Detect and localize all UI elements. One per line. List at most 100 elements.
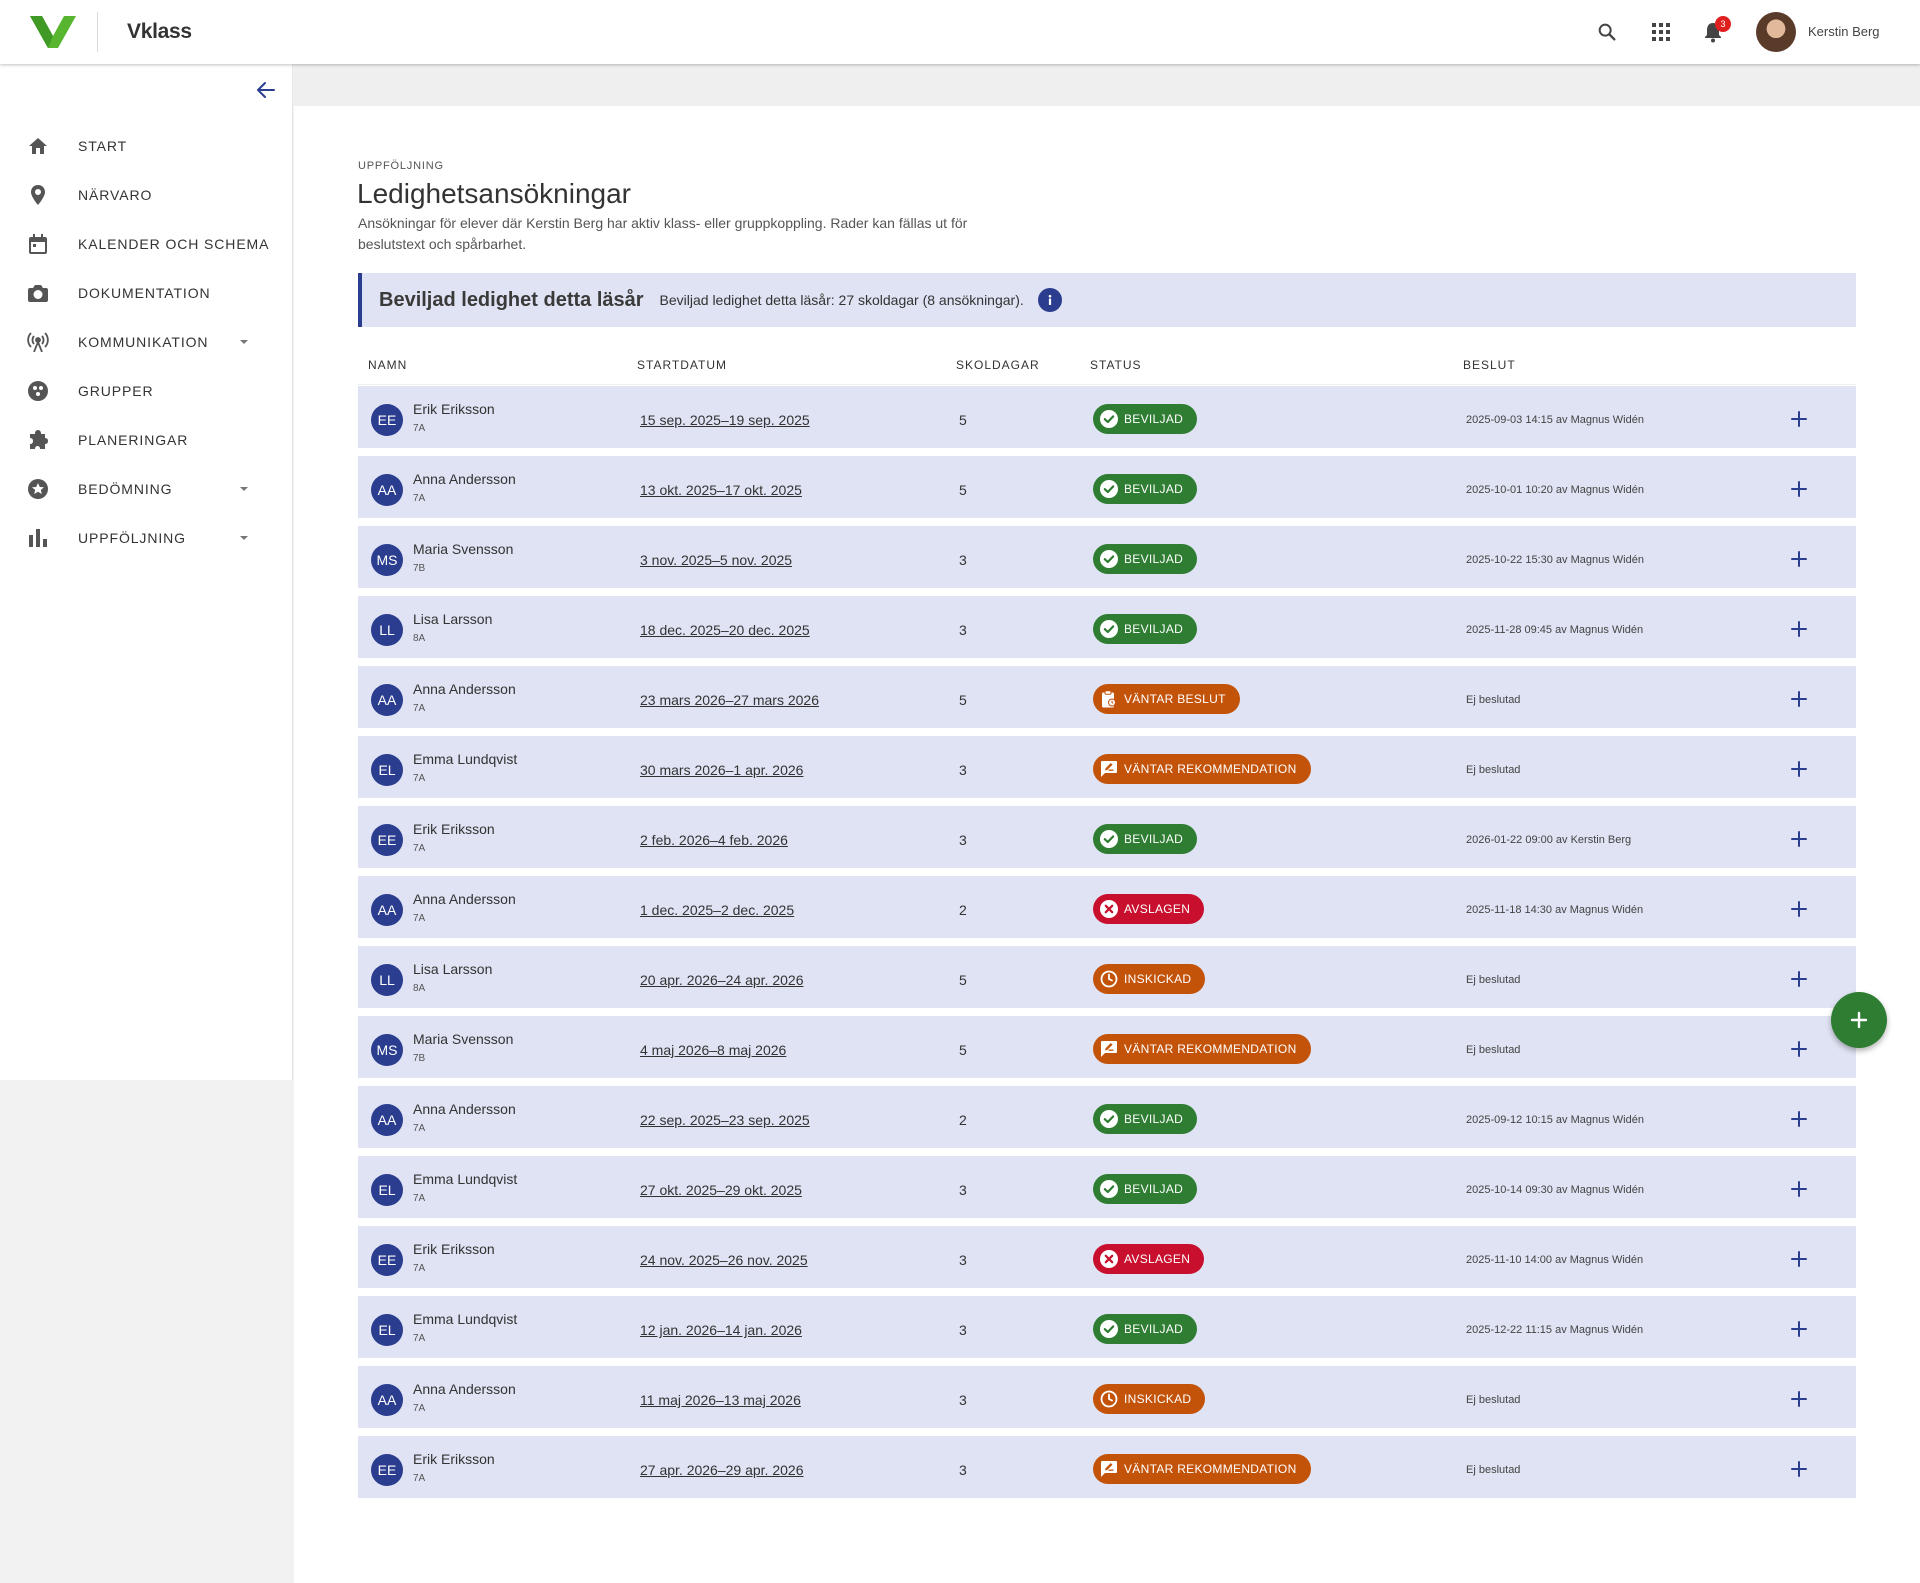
user-avatar[interactable] [1756, 12, 1796, 52]
leave-date-range-link[interactable]: 20 apr. 2026–24 apr. 2026 [640, 972, 803, 988]
sidebar-item-start[interactable]: START [0, 122, 293, 170]
leave-date-range-link[interactable]: 30 mars 2026–1 apr. 2026 [640, 762, 803, 778]
table-row[interactable]: AA Anna Andersson 7A 1 dec. 2025–2 dec. 202… [358, 876, 1856, 942]
expand-row-plus-icon[interactable] [1788, 968, 1810, 990]
leave-date-range-link[interactable]: 4 maj 2026–8 maj 2026 [640, 1042, 786, 1058]
table-row[interactable]: EE Erik Eriksson 7A 2 feb. 2026–4 feb. 2026… [358, 806, 1856, 872]
logo-divider [97, 12, 98, 52]
status-label: BEVILJAD [1124, 1182, 1184, 1196]
expand-row-plus-icon[interactable] [1788, 688, 1810, 710]
table-row[interactable]: AA Anna Andersson 7A 11 maj 2026–13 maj 202… [358, 1366, 1856, 1432]
student-class: 7A [413, 1193, 426, 1204]
group-icon [27, 380, 49, 402]
student-name: Erik Eriksson [413, 401, 495, 417]
leave-date-range-link[interactable]: 22 sep. 2025–23 sep. 2025 [640, 1112, 810, 1128]
column-header-startdatum[interactable]: STARTDATUM [637, 358, 727, 372]
table-row[interactable]: AA Anna Andersson 7A 23 mars 2026–27 mars 2… [358, 666, 1856, 732]
table-row[interactable]: EL Emma Lundqvist 7A 12 jan. 2026–14 jan. 2… [358, 1296, 1856, 1362]
user-name[interactable]: Kerstin Berg [1808, 24, 1880, 39]
table-row[interactable]: MS Maria Svensson 7B 3 nov. 2025–5 nov. 202… [358, 526, 1856, 592]
leave-date-range-link[interactable]: 24 nov. 2025–26 nov. 2025 [640, 1252, 808, 1268]
student-initials-avatar: EL [371, 754, 403, 786]
status-label: BEVILJAD [1124, 482, 1184, 496]
table-row[interactable]: EE Erik Eriksson 7A 27 apr. 2026–29 apr. 20… [358, 1436, 1856, 1502]
sidebar-item-kommunikation[interactable]: KOMMUNIKATION [0, 318, 293, 366]
school-days-count: 5 [959, 482, 967, 498]
info-icon[interactable] [1037, 288, 1062, 312]
leave-date-range-link[interactable]: 15 sep. 2025–19 sep. 2025 [640, 412, 810, 428]
approved-status-icon [1100, 480, 1118, 498]
expand-row-plus-icon[interactable] [1788, 618, 1810, 640]
leave-date-range-link[interactable]: 18 dec. 2025–20 dec. 2025 [640, 622, 810, 638]
sidebar-item-narvaro[interactable]: NÄRVARO [0, 171, 293, 219]
student-initials-avatar: MS [371, 1034, 403, 1066]
leave-date-range-link[interactable]: 13 okt. 2025–17 okt. 2025 [640, 482, 802, 498]
leave-date-range-link[interactable]: 3 nov. 2025–5 nov. 2025 [640, 552, 792, 568]
table-row[interactable]: MS Maria Svensson 7B 4 maj 2026–8 maj 2026 5… [358, 1016, 1856, 1082]
column-header-skoldagar[interactable]: SKOLDAGAR [956, 358, 1040, 372]
sidebar-item-planeringar[interactable]: PLANERINGAR [0, 416, 293, 464]
table-row[interactable]: AA Anna Andersson 7A 22 sep. 2025–23 sep. 2… [358, 1086, 1856, 1152]
add-application-button[interactable] [1831, 992, 1887, 1048]
expand-row-plus-icon[interactable] [1788, 1248, 1810, 1270]
sidebar: START NÄRVARO KALENDER OCH SCHEMA DOKUME… [0, 64, 294, 1583]
leave-date-range-link[interactable]: 27 apr. 2026–29 apr. 2026 [640, 1462, 803, 1478]
brand-name[interactable]: Vklass [127, 20, 192, 44]
column-header-namn[interactable]: NAMN [368, 358, 407, 372]
table-row[interactable]: AA Anna Andersson 7A 13 okt. 2025–17 okt. 2… [358, 456, 1856, 522]
sidebar-item-label: PLANERINGAR [78, 432, 189, 448]
decision-info: 2025-09-03 14:15 av Magnus Widén [1466, 414, 1644, 426]
notifications-bell-icon[interactable]: 3 [1701, 16, 1731, 44]
star-badge-icon [27, 478, 49, 500]
vklass-logo-icon[interactable] [30, 16, 76, 48]
page-description: Ansökningar för elever där Kerstin Berg … [358, 215, 968, 252]
status-label: AVSLAGEN [1124, 902, 1191, 916]
leave-date-range-link[interactable]: 23 mars 2026–27 mars 2026 [640, 692, 819, 708]
expand-row-plus-icon[interactable] [1788, 1318, 1810, 1340]
expand-row-plus-icon[interactable] [1788, 1388, 1810, 1410]
table-row[interactable]: EL Emma Lundqvist 7A 30 mars 2026–1 apr. 20… [358, 736, 1856, 802]
breadcrumb[interactable]: UPPFÖLJNING [358, 160, 444, 172]
search-icon[interactable] [1595, 20, 1619, 44]
leave-date-range-link[interactable]: 27 okt. 2025–29 okt. 2025 [640, 1182, 802, 1198]
leave-date-range-link[interactable]: 12 jan. 2026–14 jan. 2026 [640, 1322, 802, 1338]
student-name: Emma Lundqvist [413, 1171, 518, 1187]
expand-row-plus-icon[interactable] [1788, 898, 1810, 920]
expand-row-plus-icon[interactable] [1788, 1178, 1810, 1200]
expand-row-plus-icon[interactable] [1788, 408, 1810, 430]
sidebar-item-dokumentation[interactable]: DOKUMENTATION [0, 269, 293, 317]
collapse-sidebar-arrow-icon[interactable] [254, 78, 278, 102]
status-label: VÄNTAR REKOMMENDATION [1124, 1042, 1297, 1056]
apps-grid-icon[interactable] [1649, 20, 1673, 44]
broadcast-icon [27, 331, 49, 353]
table-row[interactable]: LL Lisa Larsson 8A 18 dec. 2025–20 dec. 202… [358, 596, 1856, 662]
leave-date-range-link[interactable]: 2 feb. 2026–4 feb. 2026 [640, 832, 788, 848]
table-row[interactable]: EL Emma Lundqvist 7A 27 okt. 2025–29 okt. 2… [358, 1156, 1856, 1222]
sidebar-item-kalender[interactable]: KALENDER OCH SCHEMA [0, 220, 293, 268]
expand-row-plus-icon[interactable] [1788, 758, 1810, 780]
status-badge: INSKICKAD [1093, 964, 1206, 994]
sidebar-item-label: UPPFÖLJNING [78, 530, 186, 546]
status-badge: VÄNTAR REKOMMENDATION [1093, 1454, 1311, 1484]
student-initials-avatar: AA [371, 894, 403, 926]
leave-date-range-link[interactable]: 11 maj 2026–13 maj 2026 [640, 1392, 801, 1408]
column-header-beslut[interactable]: BESLUT [1463, 358, 1516, 372]
expand-row-plus-icon[interactable] [1788, 1108, 1810, 1130]
expand-row-plus-icon[interactable] [1788, 478, 1810, 500]
table-row[interactable]: EE Erik Eriksson 7A 24 nov. 2025–26 nov. 20… [358, 1226, 1856, 1292]
sidebar-item-grupper[interactable]: GRUPPER [0, 367, 293, 415]
column-header-status[interactable]: STATUS [1090, 358, 1142, 372]
sidebar-item-bedomning[interactable]: BEDÖMNING [0, 465, 293, 513]
rejected-status-icon [1100, 1250, 1118, 1268]
expand-row-plus-icon[interactable] [1788, 1458, 1810, 1480]
table-row[interactable]: LL Lisa Larsson 8A 20 apr. 2026–24 apr. 202… [358, 946, 1856, 1012]
decision-info: Ej beslutad [1466, 764, 1521, 776]
status-badge: BEVILJAD [1093, 614, 1198, 644]
leave-date-range-link[interactable]: 1 dec. 2025–2 dec. 2025 [640, 902, 794, 918]
table-row[interactable]: EE Erik Eriksson 7A 15 sep. 2025–19 sep. 20… [358, 386, 1856, 452]
expand-row-plus-icon[interactable] [1788, 828, 1810, 850]
school-days-count: 3 [959, 1322, 967, 1338]
sidebar-item-uppfoljning[interactable]: UPPFÖLJNING [0, 514, 293, 562]
expand-row-plus-icon[interactable] [1788, 1038, 1810, 1060]
expand-row-plus-icon[interactable] [1788, 548, 1810, 570]
